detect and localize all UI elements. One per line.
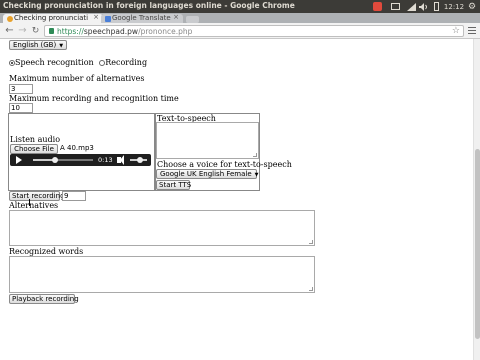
back-icon[interactable]: ←	[4, 25, 15, 37]
speaker-icon[interactable]	[117, 155, 124, 165]
tab-label: Checking pronunciati	[14, 14, 89, 22]
text-cursor-icon	[29, 199, 31, 206]
url-scheme: https://	[57, 27, 84, 36]
volume-icon[interactable]	[417, 0, 429, 13]
max-alternatives-input[interactable]: 3	[9, 84, 33, 94]
speech-recognition-label: Speech recognition	[15, 58, 94, 67]
resize-handle-icon[interactable]	[309, 287, 313, 291]
window-title: Checking pronunciation in foreign langua…	[3, 1, 295, 10]
max-time-label: Maximum recording and recognition time	[9, 94, 179, 103]
start-tts-button[interactable]: Start TTS	[156, 180, 191, 190]
forward-icon[interactable]: →	[17, 25, 28, 37]
choose-file-button[interactable]: Choose File	[10, 144, 58, 154]
audio-player[interactable]: 0:13	[10, 154, 151, 166]
speech-recognition-radio[interactable]	[9, 60, 15, 66]
playback-recording-button[interactable]: Playback recording	[9, 294, 79, 304]
listen-audio-label: Listen audio	[10, 135, 61, 144]
site-favicon-icon	[7, 16, 13, 22]
start-recording-button[interactable]: Start recording	[9, 191, 65, 201]
recognized-words-textarea[interactable]	[9, 256, 315, 293]
star-icon[interactable]: ☆	[452, 26, 460, 36]
start-recording-input[interactable]: 9	[62, 191, 86, 201]
scrollbar-thumb[interactable]	[475, 149, 480, 339]
mode-radio-group: Speech recognition Recording	[9, 58, 147, 67]
vertical-scrollbar[interactable]	[473, 39, 480, 360]
tts-textarea[interactable]	[156, 122, 259, 159]
url-host: speechpad.pw	[83, 27, 139, 36]
chevron-down-icon: ▼	[254, 172, 259, 178]
close-icon[interactable]: ×	[93, 14, 99, 21]
url-path: /prononce.php	[138, 27, 193, 36]
network-icon[interactable]	[405, 0, 417, 13]
clock[interactable]: 12:12	[444, 0, 464, 13]
voice-label: Choose a voice for text-to-speech	[157, 160, 292, 169]
alternatives-label: Alternatives	[9, 201, 59, 210]
tab-strip: Checking pronunciati × Google Translate …	[0, 13, 480, 24]
chevron-down-icon: ▼	[59, 43, 64, 49]
mail-icon[interactable]	[389, 0, 401, 13]
reload-icon[interactable]: ↻	[30, 25, 41, 37]
volume-handle[interactable]	[137, 157, 144, 163]
address-bar[interactable]: https://speechpad.pw/prononce.php ☆	[44, 25, 464, 37]
voice-select[interactable]: Google UK English Female ▼	[156, 169, 259, 179]
page-content: English (GB) ▼ Speech recognition Recordi…	[0, 39, 473, 360]
alert-indicator-icon[interactable]	[372, 0, 383, 13]
recognized-words-label: Recognized words	[9, 247, 84, 256]
lock-icon[interactable]	[49, 28, 54, 34]
max-alternatives-label: Maximum number of alternatives	[9, 74, 145, 83]
alternatives-textarea[interactable]	[9, 210, 315, 246]
gear-icon[interactable]: ⚙	[466, 0, 478, 13]
close-icon[interactable]: ×	[173, 14, 179, 21]
seek-handle[interactable]	[52, 157, 59, 163]
language-select-value: English (GB)	[13, 41, 57, 49]
tab-label: Google Translate	[112, 14, 171, 22]
window-titlebar: Checking pronunciation in foreign langua…	[0, 0, 480, 13]
battery-icon[interactable]	[431, 0, 441, 13]
max-time-input[interactable]: 10	[9, 103, 33, 113]
resize-handle-icon[interactable]	[309, 240, 313, 244]
player-time: 0:13	[98, 156, 113, 164]
recording-label: Recording	[105, 58, 148, 67]
file-name: A 40.mp3	[60, 144, 94, 152]
url-text[interactable]: https://speechpad.pw/prononce.php	[57, 27, 192, 36]
resize-handle-icon[interactable]	[253, 153, 257, 157]
seek-bar[interactable]	[33, 157, 93, 163]
voice-select-value: Google UK English Female	[160, 170, 252, 178]
new-tab-button[interactable]	[186, 16, 199, 23]
language-select[interactable]: English (GB) ▼	[9, 40, 68, 50]
play-icon[interactable]	[16, 156, 22, 164]
browser-toolbar: ← → ↻ https://speechpad.pw/prononce.php …	[0, 23, 480, 39]
menu-icon[interactable]	[468, 27, 476, 35]
translate-favicon-icon	[105, 16, 111, 22]
